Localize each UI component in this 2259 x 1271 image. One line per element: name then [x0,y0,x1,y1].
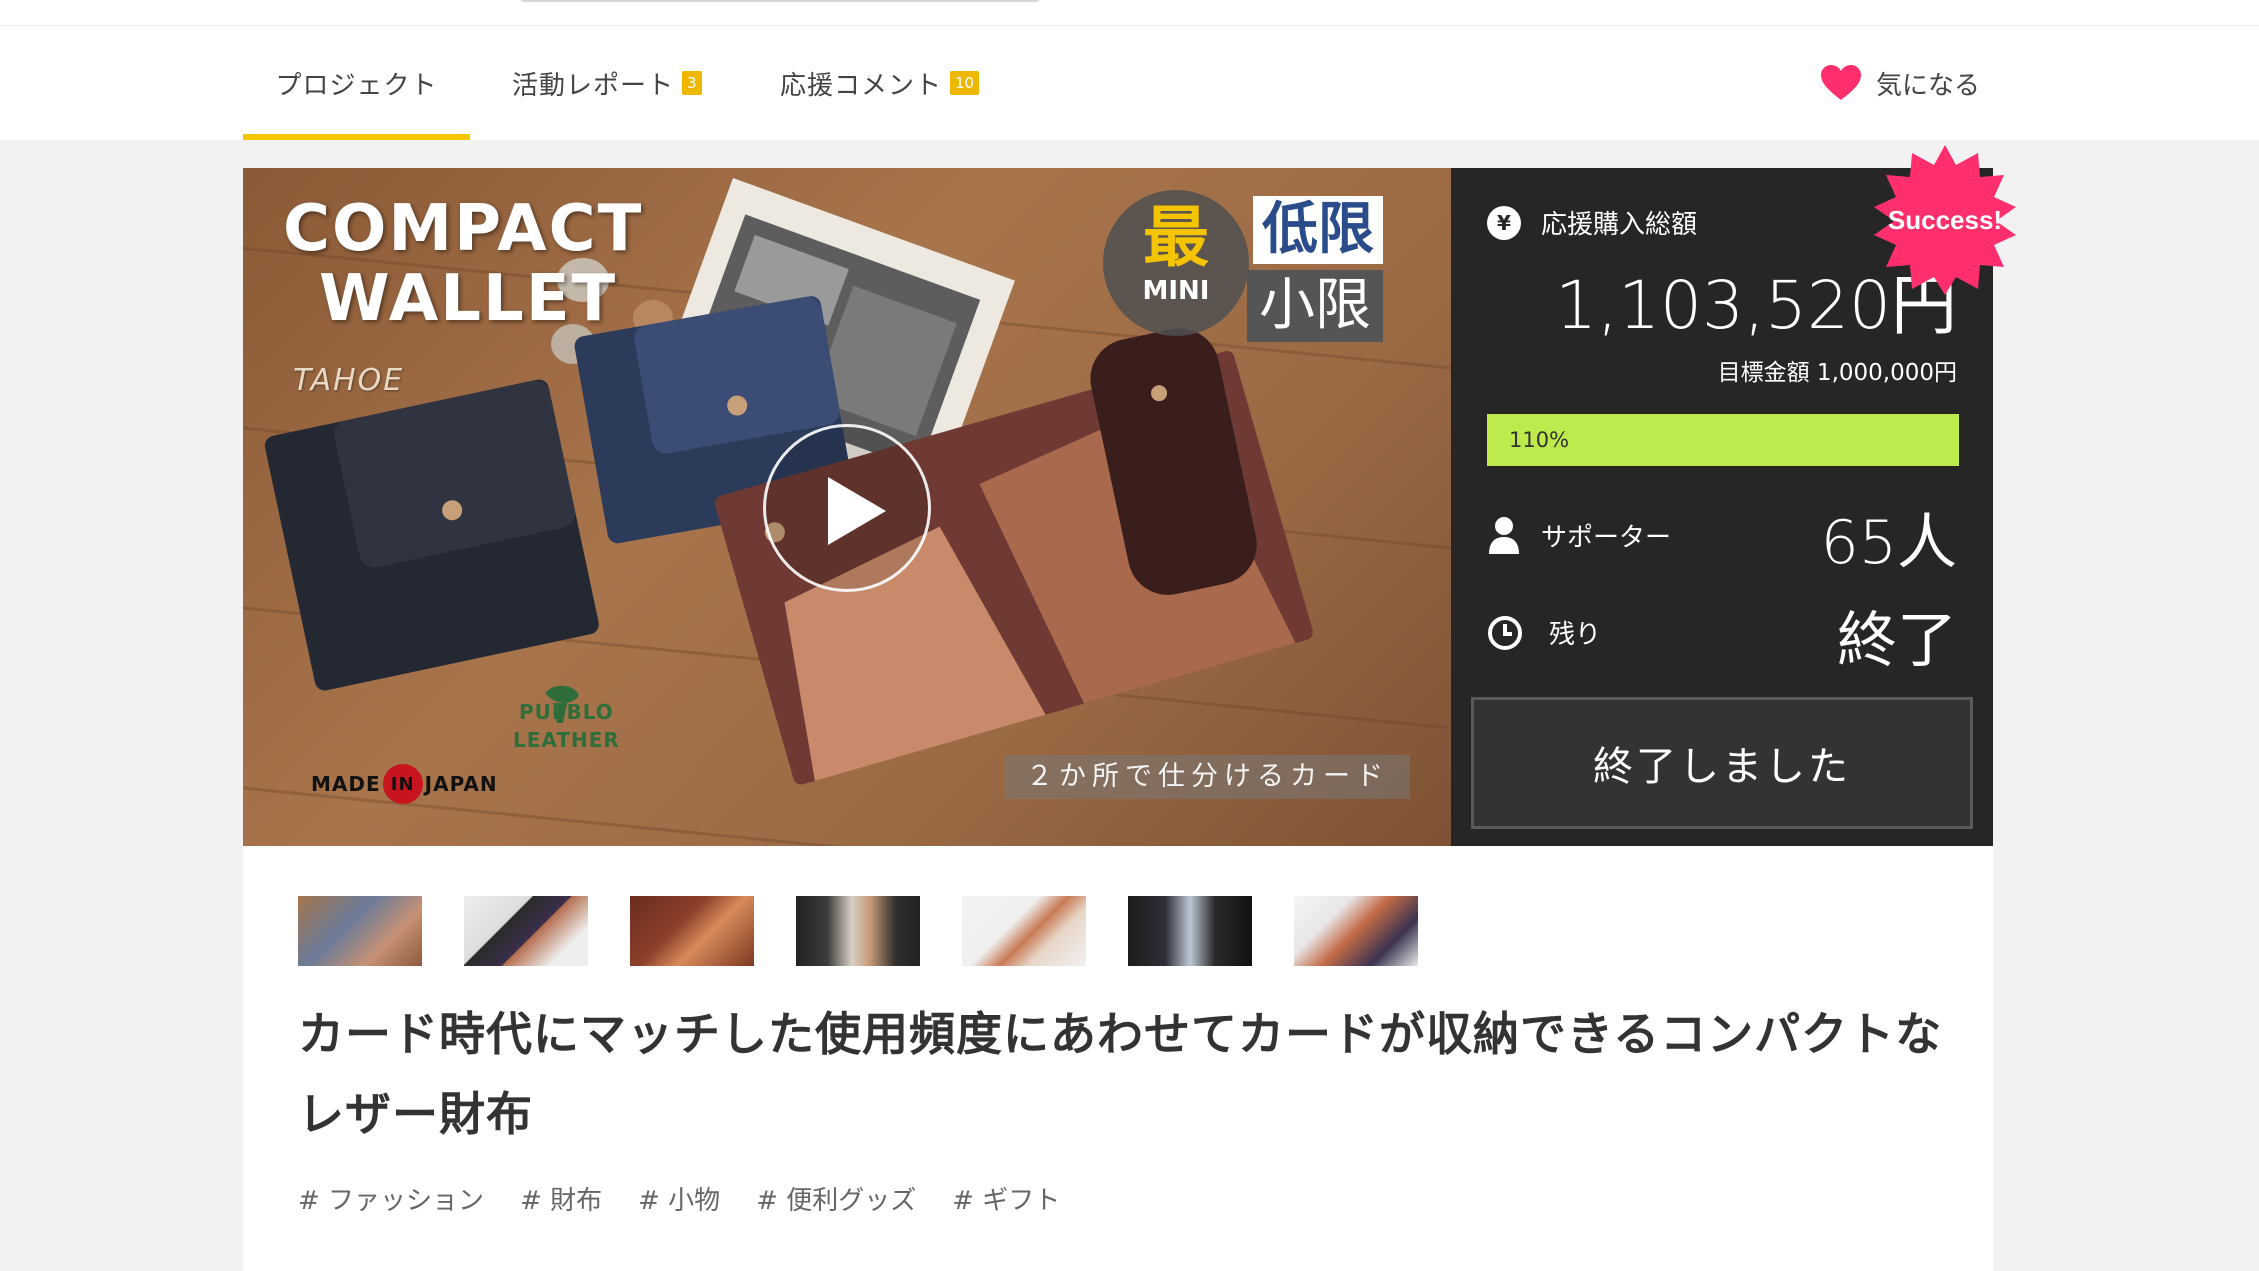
pueblo-leather-text: PUEBLO LEATHER [513,698,620,754]
goal-amount: 目標金額 1,000,000円 [1717,360,1957,386]
supporters-row: サポーター [1487,516,1671,554]
brand-logo-text: TAHOE [293,363,405,398]
pueblo-line2: LEATHER [513,728,620,752]
mini-badge-kanji: 最 [1143,199,1209,276]
minimum-label-line2: 小限 [1247,270,1383,342]
funding-progress-bar: 110% [1487,414,1959,466]
minimum-label: 低限 小限 [1247,196,1383,342]
success-badge: Success! [1870,145,2020,295]
supporters-value: 65人 [1820,508,1957,578]
supporters-label: サポーター [1541,522,1672,553]
remaining-row: 残り [1487,614,1601,651]
thumbnail-6[interactable] [1128,896,1252,966]
person-icon [1489,517,1519,554]
mini-badge-text: MINI [1142,276,1210,306]
wallet-black-image [264,379,599,691]
thumbnail-1[interactable] [298,896,422,966]
tab-support-comments[interactable]: 応援コメント 10 [780,26,980,140]
tag-list: # ファッション # 財布 # 小物 # 便利グッズ # ギフト [298,1180,1060,1217]
project-nav: プロジェクト 活動レポート 3 応援コメント 10 気になる [0,26,2259,140]
tab-project[interactable]: プロジェクト [243,26,470,140]
support-comments-count-badge: 10 [950,71,980,95]
total-amount-label: 応援購入総額 [1541,210,1698,240]
thumbnail-7[interactable] [1294,896,1418,966]
total-amount-row: ¥ 応援購入総額 [1487,204,1697,241]
thumbnail-4[interactable] [796,896,920,966]
hero-title-line1: COMPACT [283,192,644,266]
thumbnail-3[interactable] [630,896,754,966]
pueblo-line1: PUEBLO [518,700,614,724]
project-title: カード時代にマッチした使用頻度にあわせてカードが収納できるコンパクトなレザー財布 [298,1007,1943,1141]
made-in-text-left: MADE [311,772,381,796]
tag-accessories[interactable]: # 小物 [638,1180,720,1217]
hero-title-line2: WALLET [319,262,618,336]
project-ended-button[interactable]: 終了しました [1471,697,1973,829]
success-badge-text: Success! [1887,204,2003,235]
funding-progress-fill: 110% [1487,414,1959,466]
made-in-text-mid: IN [382,764,423,804]
tag-wallet[interactable]: # 財布 [520,1180,602,1217]
thumbnail-5[interactable] [962,896,1086,966]
top-strip [0,0,2259,26]
activity-report-count-badge: 3 [682,71,702,95]
remaining-label: 残り [1549,620,1602,650]
made-in-japan-logo: MADE IN JAPAN [311,764,498,804]
tag-gift[interactable]: # ギフト [952,1180,1060,1217]
tag-handy-goods[interactable]: # 便利グッズ [756,1180,916,1217]
mini-badge: 最 MINI [1103,190,1249,336]
video-caption: ２か所で仕分けるカード [1005,755,1410,799]
yen-icon: ¥ [1487,205,1521,240]
thumbnail-2[interactable] [464,896,588,966]
hero-title: COMPACT WALLET [283,194,643,334]
favorite-label: 気になる [1876,70,1981,101]
tag-fashion[interactable]: # ファッション [298,1180,484,1217]
clock-icon [1488,615,1522,650]
play-button[interactable] [763,424,931,592]
search-box-edge[interactable] [520,0,1040,2]
tab-support-comments-label: 応援コメント [780,70,943,101]
made-in-text-right: JAPAN [424,772,498,796]
project-card: COMPACT WALLET TAHOE 最 MINI 低限 小限 MADE I… [243,168,1993,1271]
tab-activity-report[interactable]: 活動レポート 3 [512,26,702,140]
favorite-button[interactable]: 気になる [1820,26,1980,140]
minimum-label-line1: 低限 [1253,196,1383,264]
tab-project-label: プロジェクト [275,70,438,101]
tab-activity-report-label: 活動レポート [512,70,675,101]
remaining-value: 終了 [1837,606,1957,676]
project-video[interactable]: COMPACT WALLET TAHOE 最 MINI 低限 小限 MADE I… [243,168,1451,846]
heart-icon [1821,65,1861,100]
thumbnail-strip [298,896,1418,966]
